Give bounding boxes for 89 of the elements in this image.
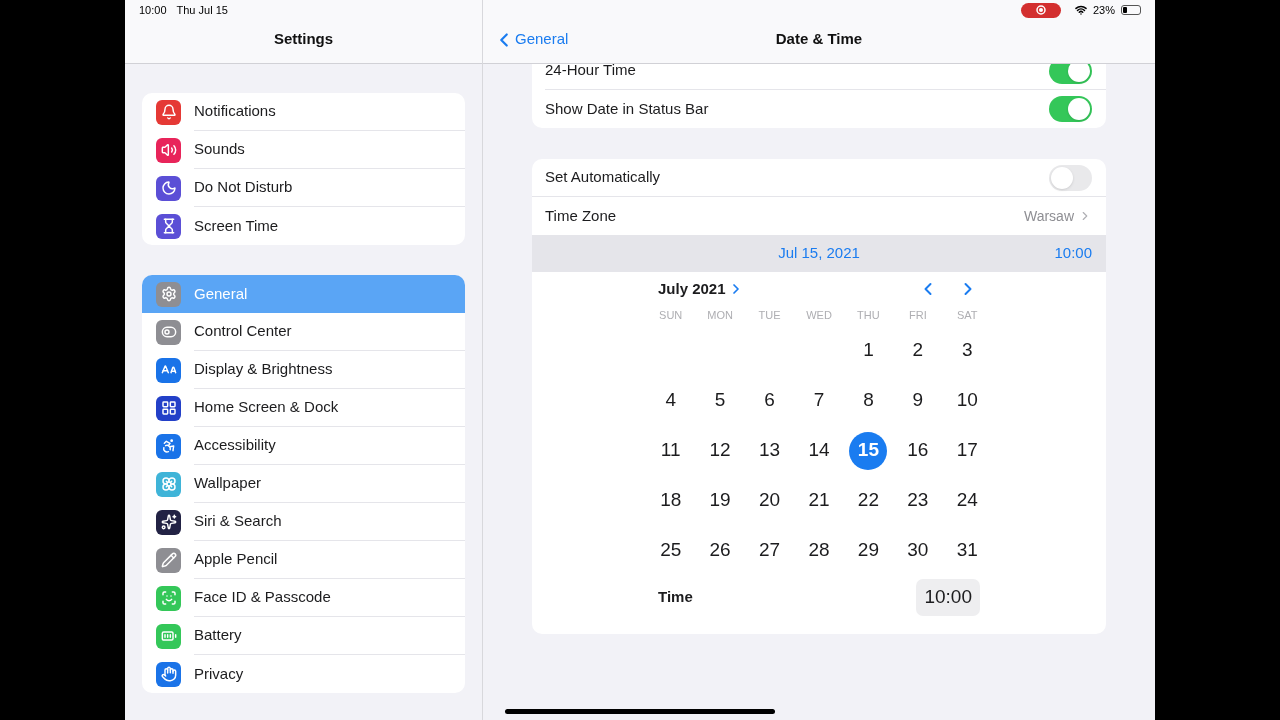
item-label: General: [194, 283, 248, 304]
calendar-day[interactable]: 15: [849, 431, 888, 470]
sidebar-item[interactable]: Notifications: [142, 93, 465, 131]
calendar-day[interactable]: 3: [948, 331, 987, 370]
page-title: Date & Time: [775, 29, 863, 50]
item-label: Privacy: [194, 663, 244, 684]
calendar-day[interactable]: 17: [948, 431, 987, 470]
calendar-day[interactable]: 27: [750, 531, 789, 570]
sidebar-item[interactable]: Wallpaper: [142, 465, 465, 503]
time-label: Time: [658, 587, 693, 608]
selected-time: 10:00: [1054, 243, 1093, 264]
sidebar-item[interactable]: Do Not Disturb: [142, 169, 465, 207]
setting-label: Show Date in Status Bar: [545, 98, 709, 119]
battery-percent: 23%: [1092, 2, 1115, 18]
calendar-day[interactable]: 5: [701, 381, 740, 420]
calendar-day[interactable]: 6: [750, 381, 789, 420]
toggle-switch[interactable]: [1049, 96, 1092, 122]
calendar-day[interactable]: 29: [849, 531, 888, 570]
item-label: Control Center: [194, 321, 292, 342]
calendar-day[interactable]: 26: [701, 531, 740, 570]
toggle-switch[interactable]: [1049, 164, 1092, 191]
sidebar-item[interactable]: Sounds: [142, 131, 465, 169]
sidebar-item[interactable]: Battery: [142, 617, 465, 655]
sidebar-item[interactable]: Screen Time: [142, 207, 465, 245]
calendar-day[interactable]: 13: [750, 431, 789, 470]
calendar-day[interactable]: 16: [898, 431, 937, 470]
calendar-day[interactable]: 9: [898, 381, 937, 420]
sidebar-item[interactable]: Accessibility: [142, 427, 465, 465]
item-label: Display & Brightness: [194, 359, 333, 380]
setting-label: 24-Hour Time: [545, 64, 636, 81]
item-label: Apple Pencil: [194, 549, 278, 570]
wifi-icon: [1074, 4, 1087, 16]
calendar-day[interactable]: 24: [948, 481, 987, 520]
weekday-label: TUE: [757, 308, 782, 323]
calendar-day[interactable]: 2: [898, 331, 937, 370]
sidebar-item[interactable]: Face ID & Passcode: [142, 579, 465, 617]
battery-icon: [1121, 5, 1141, 15]
calendar-day[interactable]: 20: [750, 481, 789, 520]
sidebar-title: Settings: [273, 29, 334, 50]
item-label: Home Screen & Dock: [194, 397, 339, 418]
calendar-day[interactable]: 18: [651, 481, 690, 520]
calendar-day[interactable]: 1: [849, 331, 888, 370]
toggle-switch[interactable]: [1049, 64, 1092, 84]
item-label: Face ID & Passcode: [194, 587, 331, 608]
weekday-label: SUN: [658, 308, 684, 323]
weekday-label: FRI: [908, 308, 928, 323]
setting-label: Time Zone: [545, 205, 617, 226]
calendar-day[interactable]: 14: [800, 431, 838, 470]
calendar-day[interactable]: 11: [651, 431, 690, 470]
item-label: Screen Time: [194, 215, 279, 236]
item-label: Siri & Search: [194, 511, 282, 532]
weekday-label: WED: [805, 308, 833, 323]
item-label: Do Not Disturb: [194, 177, 293, 198]
selected-date: Jul 15, 2021: [778, 243, 860, 264]
time-zone-row[interactable]: Time Zone Warsaw: [532, 197, 1106, 235]
weekday-label: SAT: [956, 308, 979, 323]
calendar-day[interactable]: 23: [898, 481, 937, 520]
calendar-day[interactable]: 21: [800, 481, 838, 520]
item-label: Notifications: [194, 101, 276, 122]
item-label: Sounds: [194, 139, 245, 160]
calendar-day[interactable]: 25: [651, 531, 690, 570]
calendar-day[interactable]: 8: [849, 381, 888, 420]
calendar-day[interactable]: 30: [898, 531, 937, 570]
calendar-day[interactable]: 28: [800, 531, 838, 570]
sidebar-item[interactable]: Control Center: [142, 313, 465, 351]
item-label: Wallpaper: [194, 473, 261, 494]
status-date: Thu Jul 15: [176, 2, 228, 18]
calendar-day[interactable]: 4: [651, 381, 690, 420]
item-label: Battery: [194, 625, 242, 646]
sidebar-item[interactable]: Siri & Search: [142, 503, 465, 541]
sidebar-item[interactable]: Privacy: [142, 655, 465, 693]
month-button[interactable]: July 2021: [658, 277, 744, 301]
back-button[interactable]: General: [493, 28, 569, 51]
setting-label: Set Automatically: [545, 167, 661, 188]
setting-value: Warsaw: [1023, 206, 1074, 226]
calendar-day[interactable]: 31: [948, 531, 987, 570]
time-field[interactable]: 10:00: [916, 579, 980, 616]
sidebar-item[interactable]: Home Screen & Dock: [142, 389, 465, 427]
calendar-day[interactable]: 7: [800, 381, 838, 420]
weekday-label: MON: [706, 308, 734, 323]
calendar-day[interactable]: 22: [849, 481, 888, 520]
status-time: 10:00: [139, 2, 167, 18]
calendar-day[interactable]: 10: [948, 381, 987, 420]
calendar-day[interactable]: 12: [701, 431, 740, 470]
weekday-label: THU: [856, 308, 881, 323]
sidebar-item[interactable]: Apple Pencil: [142, 541, 465, 579]
sidebar-item[interactable]: Display & Brightness: [142, 351, 465, 389]
item-label: Accessibility: [194, 435, 276, 456]
calendar-day[interactable]: 19: [701, 481, 740, 520]
